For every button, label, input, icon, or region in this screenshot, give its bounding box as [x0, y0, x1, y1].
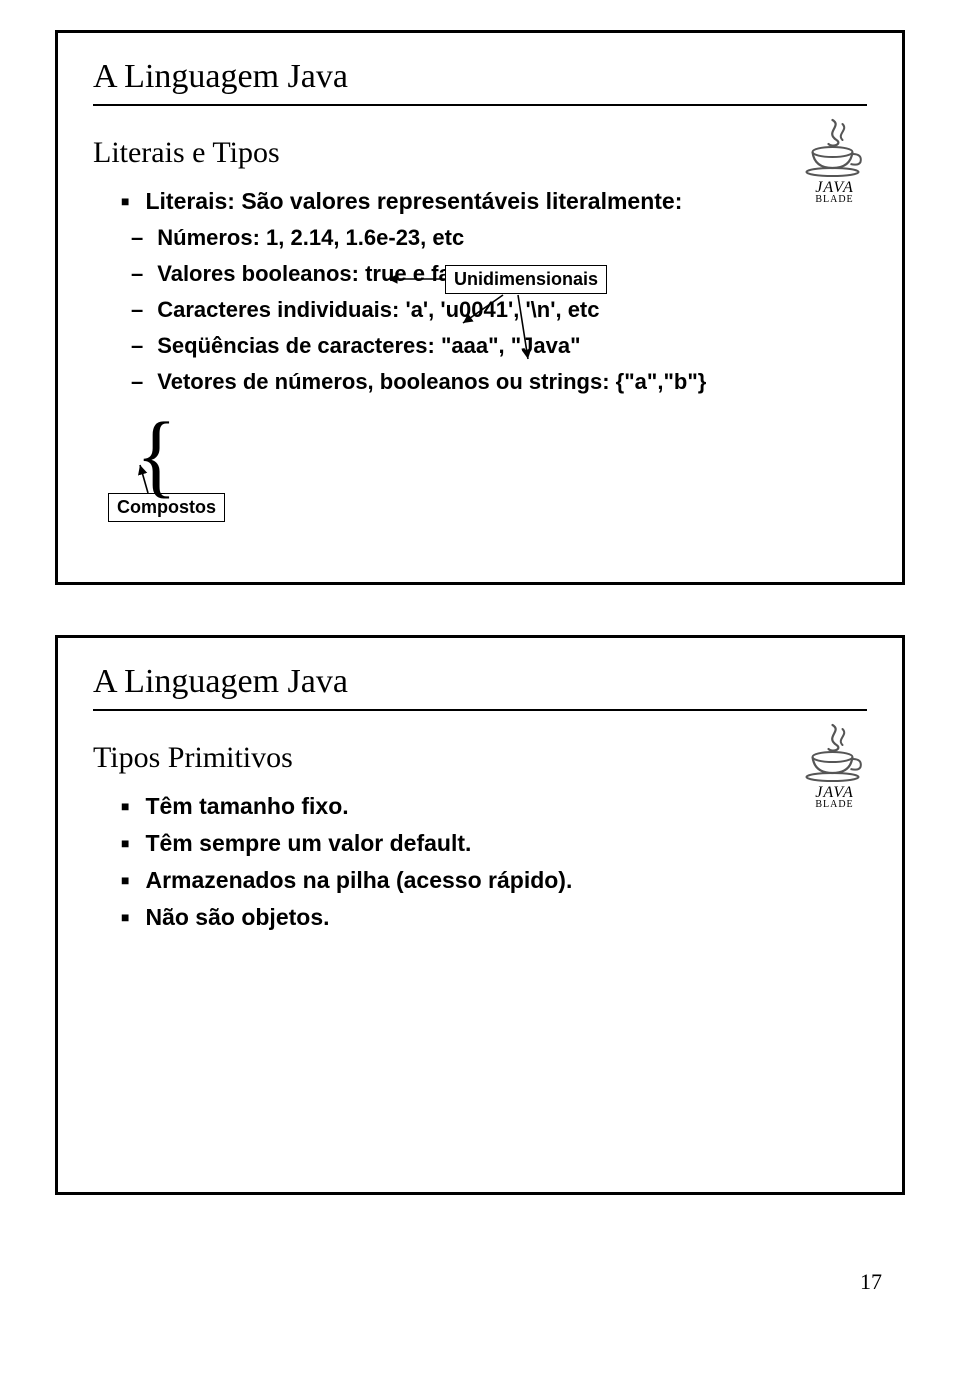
bullet-objetos: Não são objetos. — [121, 904, 867, 931]
slide2-rule — [93, 709, 867, 711]
bullet-literais: Literais: São valores representáveis lit… — [121, 188, 867, 215]
slide1-title: A Linguagem Java — [93, 58, 867, 96]
slide2-title: A Linguagem Java — [93, 663, 867, 701]
dash-sequencias: Seqüências de caracteres: "aaa", "Java" — [131, 333, 867, 359]
bullet-default: Têm sempre um valor default. — [121, 830, 867, 857]
slide2-bullets: Têm tamanho fixo. Têm sempre um valor de… — [93, 793, 867, 931]
brace-icon: { — [136, 409, 177, 503]
page: A Linguagem Java JAVA BLADE Literais e T… — [0, 0, 960, 1335]
callout-unidimensionais: Unidimensionais — [445, 265, 607, 294]
logo-subtext: BLADE — [797, 799, 872, 810]
dash-caracteres: Caracteres individuais: 'a', 'u0041', '\… — [131, 297, 867, 323]
dash-numeros: Números: 1, 2.14, 1.6e-23, etc — [131, 225, 867, 251]
slide1-bullets: Literais: São valores representáveis lit… — [93, 188, 867, 215]
page-number: 17 — [860, 1269, 882, 1295]
slide1-subtitle: Literais e Tipos — [93, 136, 867, 170]
slide-1: A Linguagem Java JAVA BLADE Literais e T… — [55, 30, 905, 585]
slide-2: A Linguagem Java JAVA BLADE Tipos Primit… — [55, 635, 905, 1195]
java-logo: JAVA BLADE — [797, 723, 872, 810]
java-cup-icon — [802, 118, 867, 178]
slide1-rule — [93, 104, 867, 106]
slide2-subtitle: Tipos Primitivos — [93, 741, 867, 775]
slide1-dashlist: Números: 1, 2.14, 1.6e-23, etc Valores b… — [93, 225, 867, 395]
bullet-tamanho: Têm tamanho fixo. — [121, 793, 867, 820]
dash-vetores: Vetores de números, booleanos ou strings… — [131, 369, 867, 395]
bullet-pilha: Armazenados na pilha (acesso rápido). — [121, 867, 867, 894]
java-logo: JAVA BLADE — [797, 118, 872, 205]
logo-subtext: BLADE — [797, 194, 872, 205]
java-cup-icon — [802, 723, 867, 783]
